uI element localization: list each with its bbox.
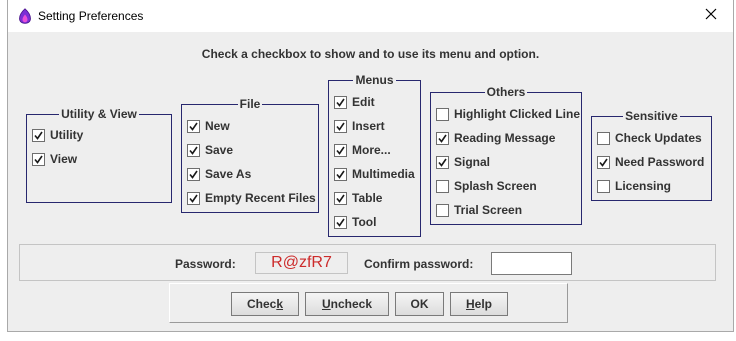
confirm-password-input[interactable]: [491, 252, 572, 275]
checkbox-more[interactable]: More...: [334, 143, 391, 157]
checkbox-need-password[interactable]: Need Password: [597, 155, 704, 169]
confirm-password-label: Confirm password:: [364, 257, 474, 271]
group-legend: Others: [486, 85, 526, 99]
instruction-text: Check a checkbox to show and to use its …: [201, 47, 540, 61]
checkbox-label: Licensing: [615, 179, 672, 193]
checkbox-box[interactable]: [334, 95, 347, 109]
checkbox-label: Need Password: [615, 155, 705, 169]
ok-button[interactable]: OK: [395, 292, 444, 316]
button-text: OK: [410, 297, 429, 311]
checkbox-box[interactable]: [334, 143, 347, 157]
checkbox-label: Tool: [352, 215, 377, 229]
captcha-display: R@zfR7: [255, 252, 348, 274]
button-bar: Chec k Uncheck OK Help: [169, 283, 568, 323]
title-bar[interactable]: Setting Preferences: [8, 0, 733, 32]
password-label: Password:: [175, 257, 236, 271]
mnemonic-letter: k: [276, 297, 284, 311]
checkbox-label: Utility: [50, 128, 84, 142]
checkbox-label: Multimedia: [352, 167, 415, 181]
checkbox-label: Signal: [454, 155, 491, 169]
checkbox-utility[interactable]: Utility: [32, 128, 83, 142]
checkbox-label: Splash Screen: [454, 179, 537, 193]
checkbox-label: New: [205, 119, 230, 133]
checkbox-box[interactable]: [436, 203, 449, 217]
checkbox-label: More...: [352, 143, 391, 157]
checkbox-highlight-clicked-line[interactable]: Highlight Clicked Line: [436, 107, 580, 121]
checkbox-box[interactable]: [597, 179, 610, 193]
checkbox-table[interactable]: Table: [334, 191, 382, 205]
checkbox-label: View: [50, 152, 78, 166]
checkbox-label: Table: [352, 191, 383, 205]
help-button[interactable]: Help: [450, 292, 508, 316]
checkbox-new[interactable]: New: [187, 119, 230, 133]
checkbox-label: Save As: [205, 167, 252, 181]
checkbox-box[interactable]: [32, 152, 45, 166]
checkbox-edit[interactable]: Edit: [334, 95, 375, 109]
checkbox-signal[interactable]: Signal: [436, 155, 490, 169]
button-text: elp: [474, 297, 492, 311]
group-legend: Utility & View: [61, 107, 137, 121]
checkbox-box[interactable]: [436, 107, 449, 121]
checkbox-save[interactable]: Save: [187, 143, 233, 157]
checkbox-label: Save: [205, 143, 234, 157]
checkbox-box[interactable]: [187, 167, 200, 181]
checkbox-label: Edit: [352, 95, 375, 109]
checkbox-box[interactable]: [334, 119, 347, 133]
checkbox-label: Insert: [352, 119, 385, 133]
checkbox-empty-recent-files[interactable]: Empty Recent Files: [187, 191, 316, 205]
group-legend: Sensitive: [625, 109, 678, 123]
checkbox-box[interactable]: [597, 131, 610, 145]
checkbox-label: Trial Screen: [454, 203, 523, 217]
checkbox-label: Check Updates: [615, 131, 702, 145]
checkbox-splash-screen[interactable]: Splash Screen: [436, 179, 537, 193]
checkbox-box[interactable]: [334, 191, 347, 205]
group-legend: File: [239, 97, 261, 111]
password-panel: Password: R@zfR7 Confirm password:: [19, 244, 716, 281]
checkbox-label: Highlight Clicked Line: [454, 107, 581, 121]
checkbox-trial-screen[interactable]: Trial Screen: [436, 203, 522, 217]
checkbox-box[interactable]: [436, 131, 449, 145]
checkbox-box[interactable]: [436, 179, 449, 193]
window-title: Setting Preferences: [38, 9, 144, 23]
mnemonic-letter: U: [321, 297, 331, 311]
checkbox-box[interactable]: [334, 167, 347, 181]
checkbox-save-as[interactable]: Save As: [187, 167, 251, 181]
checkbox-tool[interactable]: Tool: [334, 215, 376, 229]
uncheck-button[interactable]: Uncheck: [305, 292, 389, 316]
button-text: Chec: [246, 297, 277, 311]
checkbox-check-updates[interactable]: Check Updates: [597, 131, 702, 145]
close-icon: [705, 8, 717, 23]
checkbox-label: Reading Message: [454, 131, 556, 145]
group-legend: Menus: [355, 73, 394, 87]
checkbox-label: Empty Recent Files: [205, 191, 316, 205]
mnemonic-letter: H: [465, 297, 475, 311]
app-flame-icon: [17, 8, 33, 24]
checkbox-box[interactable]: [597, 155, 610, 169]
button-text: ncheck: [330, 297, 373, 311]
check-button[interactable]: Chec k: [231, 292, 299, 316]
preferences-dialog: Setting Preferences Check a checkbox to …: [7, 0, 734, 332]
close-button[interactable]: [689, 0, 733, 31]
checkbox-insert[interactable]: Insert: [334, 119, 385, 133]
checkbox-box[interactable]: [334, 215, 347, 229]
checkbox-box[interactable]: [32, 128, 45, 142]
checkbox-reading-message[interactable]: Reading Message: [436, 131, 555, 145]
checkbox-box[interactable]: [187, 143, 200, 157]
checkbox-licensing[interactable]: Licensing: [597, 179, 671, 193]
checkbox-box[interactable]: [187, 119, 200, 133]
checkbox-box[interactable]: [436, 155, 449, 169]
checkbox-multimedia[interactable]: Multimedia: [334, 167, 415, 181]
checkbox-view[interactable]: View: [32, 152, 77, 166]
checkbox-box[interactable]: [187, 191, 200, 205]
